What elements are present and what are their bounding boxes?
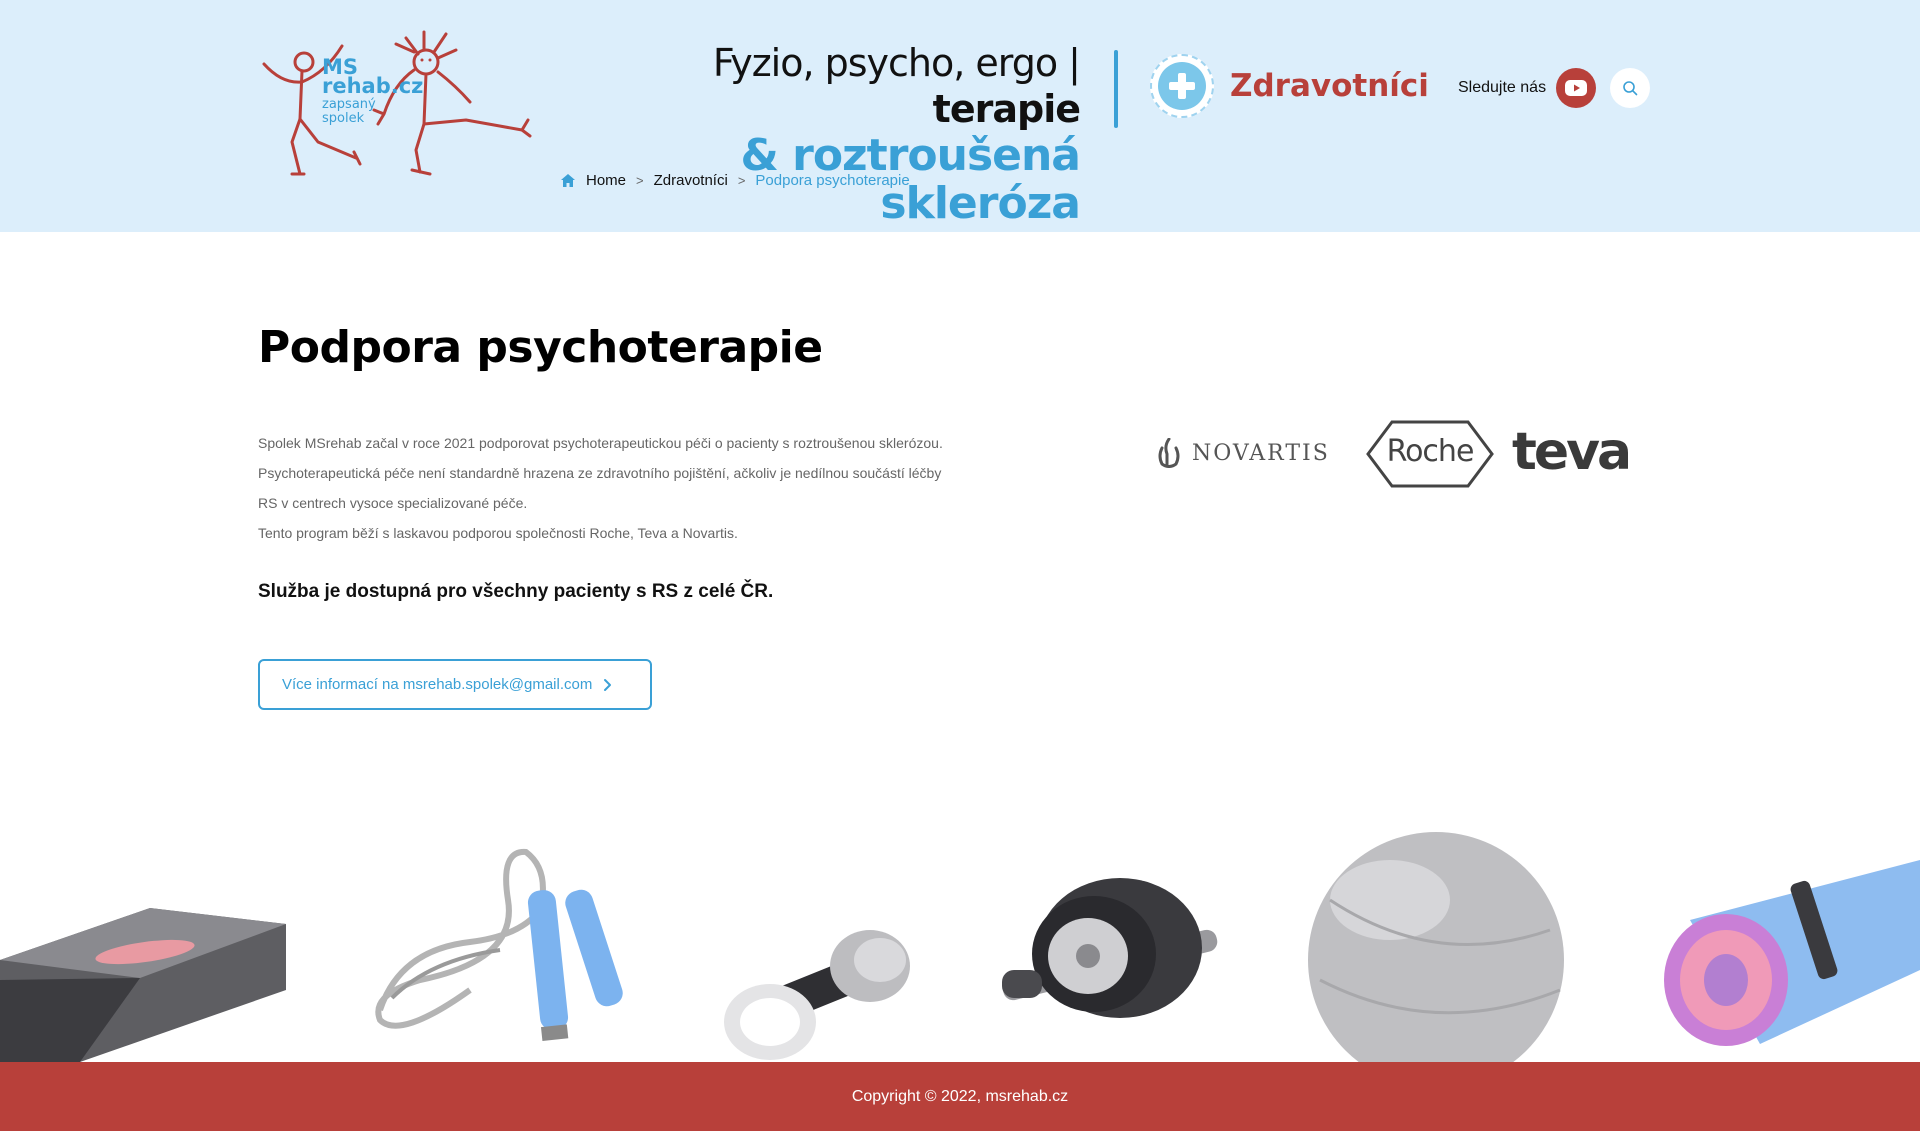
breadcrumb-home[interactable]: Home — [586, 172, 626, 189]
site-logo[interactable]: MS rehab.cz zapsaný spolek — [256, 24, 534, 180]
site-footer: Copyright © 2022, msrehab.cz — [0, 1062, 1920, 1131]
novartis-wordmark: NOVARTIS — [1192, 440, 1330, 466]
roche-logo: Roche — [1366, 420, 1494, 488]
plus-icon — [1169, 73, 1195, 99]
ab-wheel — [1002, 878, 1218, 1018]
copyright-text: Copyright © 2022, msrehab.cz — [851, 1087, 1069, 1105]
tagline-line1: Fyzio, psycho, ergo | terapie — [560, 40, 1081, 132]
search-button[interactable] — [1610, 68, 1650, 108]
intro-paragraph: Tento program běží s laskavou podporou s… — [258, 525, 738, 541]
teva-logo: teva — [1512, 422, 1632, 482]
logo-sub-line1: zapsaný — [322, 97, 376, 112]
novartis-flame-icon — [1158, 438, 1180, 468]
jump-rope — [375, 848, 623, 1042]
dumbbells — [724, 930, 910, 1060]
search-icon — [1623, 81, 1638, 96]
more-info-label: Více informací na msrehab.spolek@gmail.c… — [282, 676, 593, 693]
sponsor-logos: NOVARTIS Roche teva — [1156, 420, 1636, 490]
breadcrumb-current: Podpora psychoterapie — [755, 172, 910, 189]
intro-paragraph: Psychoterapeutická péče není standardně … — [258, 465, 942, 481]
intro-paragraph: RS v centrech vysoce specializované péče… — [258, 495, 528, 511]
intro-paragraph: Spolek MSrehab začal v roce 2021 podporo… — [258, 435, 943, 451]
youtube-button[interactable] — [1556, 68, 1597, 108]
page-title: Podpora psychoterapie — [258, 322, 823, 373]
follow-label: Sledujte nás — [1458, 79, 1547, 96]
section-label: Zdravotníci — [1230, 68, 1429, 104]
medical-plus-icon-fill — [1158, 62, 1206, 110]
yoga-mat — [1664, 860, 1920, 1046]
tagline-bold: terapie — [932, 87, 1081, 131]
breadcrumb-parent[interactable]: Zdravotníci — [654, 172, 728, 189]
roche-wordmark: Roche — [1386, 434, 1475, 469]
stick-figures-logo — [262, 30, 532, 176]
tagline-regular: Fyzio, psycho, ergo | — [712, 41, 1081, 85]
follow-us: Sledujte nás — [1458, 68, 1597, 108]
step-platform — [0, 908, 286, 1062]
breadcrumb-separator: > — [737, 173, 746, 188]
equipment-strip — [0, 830, 1920, 1062]
logo-line-rehab: rehab.cz — [322, 74, 424, 98]
more-info-button[interactable]: Více informací na msrehab.spolek@gmail.c… — [258, 659, 652, 710]
youtube-icon — [1565, 80, 1588, 96]
logo-sub-line2: spolek — [322, 111, 365, 126]
intro-text: Spolek MSrehab začal v roce 2021 podporo… — [258, 428, 1018, 548]
availability-note: Služba je dostupná pro všechny pacienty … — [258, 581, 774, 602]
home-icon[interactable] — [560, 173, 576, 188]
section-zdravotnici-link[interactable]: Zdravotníci — [1150, 54, 1429, 118]
chevron-right-icon — [604, 678, 612, 691]
logo-subtitle: zapsaný spolek — [322, 98, 376, 126]
medical-plus-icon — [1150, 54, 1214, 118]
breadcrumb: Home > Zdravotníci > Podpora psychoterap… — [560, 172, 910, 189]
novartis-logo: NOVARTIS — [1156, 438, 1330, 468]
logo-wordmark: MS rehab.cz — [322, 57, 424, 98]
fitness-ball — [1308, 832, 1564, 1062]
equipment-illustration — [0, 832, 1920, 1062]
site-header: MS rehab.cz zapsaný spolek Fyzio, psycho… — [0, 0, 1920, 232]
site-tagline: Fyzio, psycho, ergo | terapie & roztrouš… — [560, 40, 1081, 228]
header-divider — [1114, 50, 1118, 128]
breadcrumb-separator: > — [636, 173, 644, 188]
